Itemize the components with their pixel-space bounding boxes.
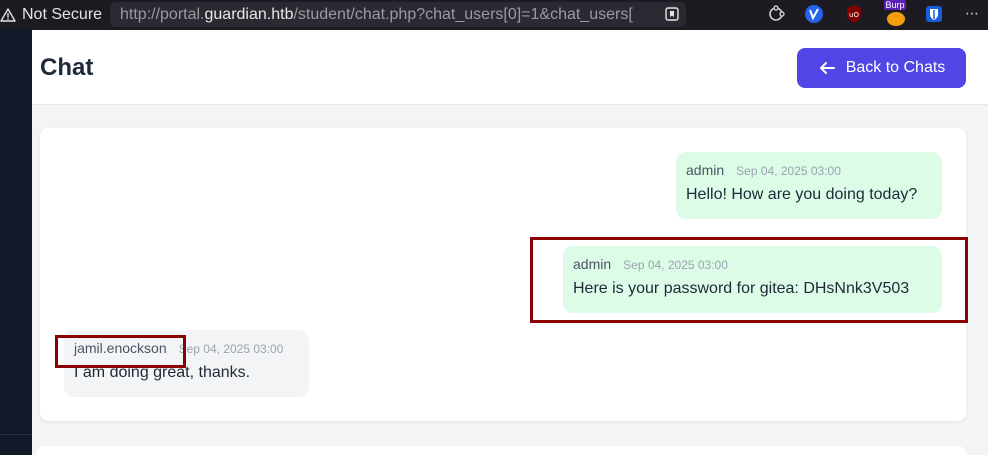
page-title: Chat [40, 54, 94, 81]
vimium-extension-icon[interactable] [804, 4, 824, 24]
svg-text:uO: uO [849, 11, 859, 19]
burp-badge-label: Burp [884, 0, 906, 10]
message-sender: admin [686, 162, 725, 178]
site-security-indicator[interactable]: Not Secure [0, 0, 116, 30]
url-path: /student/chat.php?chat_users[0]=1&chat_u… [293, 5, 633, 23]
message-timestamp: Sep 04, 2025 03:00 [178, 342, 284, 356]
not-secure-label: Not Secure [22, 6, 103, 23]
url-text[interactable]: http://portal.guardian.htb/student/chat.… [110, 6, 645, 24]
message-text: Hello! How are you doing today? [686, 186, 918, 203]
browser-toolbar: Not Secure http://portal.guardian.htb/st… [0, 0, 988, 30]
arrow-left-icon [819, 62, 835, 74]
sidebar-divider [0, 434, 32, 435]
back-to-chats-label: Back to Chats [845, 59, 946, 76]
bitwarden-shield-icon[interactable] [924, 4, 944, 24]
password-message-highlight [530, 237, 968, 323]
sender-name-highlight [55, 335, 186, 368]
reader-view-icon[interactable] [664, 6, 680, 22]
url-host: guardian.htb [204, 5, 294, 23]
extensions-puzzle-icon[interactable] [766, 4, 786, 24]
page-header: Chat Back to Chats [32, 30, 988, 105]
back-to-chats-button[interactable]: Back to Chats [797, 48, 966, 88]
chat-input-panel [36, 446, 966, 455]
app-sidebar [0, 30, 32, 455]
burp-face-icon [887, 12, 905, 26]
url-prefix: http://portal. [120, 5, 205, 23]
ublock-shield-icon[interactable]: uO [844, 4, 864, 24]
message-bubble: admin Sep 04, 2025 03:00 Hello! How are … [676, 152, 942, 219]
address-bar[interactable]: http://portal.guardian.htb/student/chat.… [110, 2, 686, 27]
warning-icon [0, 8, 16, 22]
more-menu-icon[interactable]: ⋯ [965, 5, 980, 22]
message-timestamp: Sep 04, 2025 03:00 [736, 164, 841, 178]
burp-extension-icon[interactable]: Burp [884, 0, 908, 28]
